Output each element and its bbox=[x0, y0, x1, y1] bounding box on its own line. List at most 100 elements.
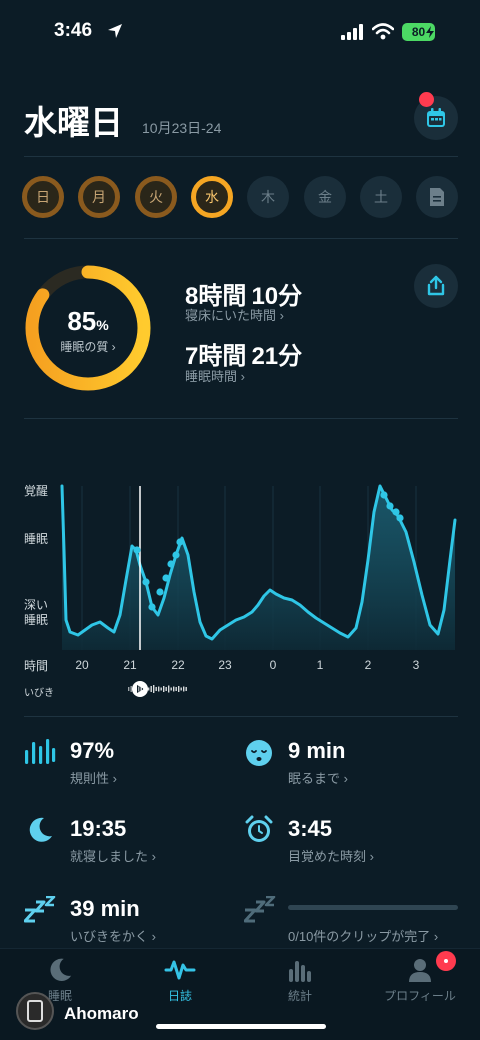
tab-stats[interactable]: 統計 bbox=[240, 957, 360, 1009]
notification-dot bbox=[419, 92, 434, 107]
waveform-bar bbox=[158, 686, 160, 692]
waveform-bar bbox=[180, 687, 182, 691]
waveform-bar bbox=[148, 687, 150, 691]
day-wed[interactable]: 水 bbox=[191, 176, 233, 218]
waveform-bar bbox=[173, 686, 175, 692]
x-tick-label: 2 bbox=[365, 658, 372, 672]
day-sun[interactable]: 日 bbox=[22, 176, 64, 218]
waveform-bar bbox=[160, 687, 162, 691]
snore-marker bbox=[142, 578, 150, 586]
snore-marker bbox=[133, 546, 141, 554]
day-thu[interactable]: 木 bbox=[247, 176, 289, 218]
clips-progress-bar bbox=[288, 905, 458, 910]
day-fri[interactable]: 金 bbox=[304, 176, 346, 218]
waveform-bar bbox=[178, 686, 180, 692]
regularity-label[interactable]: 規則性 › bbox=[70, 768, 117, 787]
waveform-bar bbox=[165, 687, 167, 691]
snore-marker bbox=[156, 588, 164, 596]
profile-badge bbox=[436, 951, 456, 971]
quality-label[interactable]: 睡眠の質 › bbox=[24, 338, 152, 355]
waveform-bar bbox=[150, 686, 152, 692]
time-in-bed-label[interactable]: 寝床にいた時間 › bbox=[185, 305, 284, 324]
cellular-signal-icon bbox=[341, 24, 363, 40]
waveform-bar bbox=[133, 687, 135, 691]
share-button[interactable] bbox=[414, 264, 458, 308]
x-tick-label: 20 bbox=[75, 658, 89, 672]
x-tick-label: 3 bbox=[413, 658, 420, 672]
snore-marker bbox=[148, 603, 156, 611]
snore-marker bbox=[172, 551, 180, 559]
x-tick-label: 1 bbox=[317, 658, 324, 672]
waveform-bar bbox=[168, 685, 170, 693]
document-icon bbox=[430, 188, 444, 206]
snore-marker bbox=[392, 508, 400, 516]
snoring-label[interactable]: いびきをかく › bbox=[70, 926, 156, 945]
x-tick-label: 0 bbox=[270, 658, 277, 672]
x-axis-ticks: 20 21 22 23 0 1 2 3 bbox=[75, 658, 419, 672]
week-selector: 日 月 火 水 木 金 土 bbox=[20, 176, 460, 220]
badge-dot bbox=[444, 959, 448, 963]
profile-tab-icon bbox=[409, 959, 431, 982]
waveform-bar bbox=[135, 685, 137, 693]
sleep-time-label[interactable]: 睡眠時間 › bbox=[185, 366, 245, 385]
charging-bolt-icon bbox=[426, 26, 434, 38]
calendar-icon bbox=[427, 108, 445, 127]
regularity-value: 97% bbox=[70, 738, 115, 763]
day-title: 水曜日 bbox=[24, 104, 123, 141]
date-range: 10月23日-24 bbox=[142, 120, 222, 136]
day-label: 土 bbox=[374, 189, 388, 205]
notes-button[interactable] bbox=[416, 176, 458, 218]
waveform-tab-icon bbox=[164, 960, 196, 980]
waveform-bar bbox=[155, 687, 157, 691]
day-label: 金 bbox=[318, 189, 332, 205]
tab-label: 統計 bbox=[287, 989, 312, 1003]
location-arrow-icon bbox=[108, 24, 122, 38]
snore-marker bbox=[167, 560, 175, 568]
status-bar: 3:46 80 bbox=[0, 0, 480, 62]
sleep-time-minutes: 21分 bbox=[251, 343, 303, 370]
day-sat[interactable]: 土 bbox=[360, 176, 402, 218]
sleep-stage-chart[interactable]: 20 21 22 23 0 1 2 3 bbox=[0, 470, 480, 700]
waveform-bar bbox=[175, 687, 177, 691]
divider bbox=[24, 716, 458, 717]
clips-label[interactable]: 0/10件のクリップが完了 › bbox=[288, 926, 438, 945]
snoring-zzz-icon bbox=[24, 896, 56, 923]
divider bbox=[24, 156, 458, 157]
day-label: 月 bbox=[92, 189, 106, 205]
bedtime-label[interactable]: 就寝しました › bbox=[70, 846, 156, 865]
tab-label: プロフィール bbox=[384, 989, 456, 1003]
x-tick-label: 23 bbox=[218, 658, 232, 672]
divider bbox=[24, 418, 458, 419]
bar-chart-tab-icon bbox=[289, 961, 311, 982]
tab-journal[interactable]: 日誌 bbox=[120, 957, 240, 1009]
day-tue[interactable]: 火 bbox=[135, 176, 177, 218]
day-label: 水 bbox=[205, 189, 219, 205]
quality-value-wrap: 85% bbox=[24, 306, 152, 337]
waveform-bar bbox=[130, 686, 132, 692]
moon-icon bbox=[29, 817, 52, 842]
regularity-bars-icon bbox=[25, 739, 56, 764]
share-icon bbox=[427, 275, 445, 296]
waveform-bar bbox=[183, 686, 185, 692]
waveform-bar bbox=[140, 684, 142, 694]
bedtime-value: 19:35 bbox=[70, 816, 127, 841]
tab-profile[interactable]: プロフィール bbox=[360, 951, 480, 1009]
alarm-clock-icon bbox=[245, 815, 273, 842]
day-label: 火 bbox=[149, 189, 163, 205]
home-indicator bbox=[156, 1024, 326, 1029]
wake-time-label[interactable]: 目覚めた時刻 › bbox=[288, 846, 374, 865]
waveform-bar bbox=[185, 687, 187, 691]
status-time: 3:46 bbox=[54, 20, 93, 41]
fall-asleep-label[interactable]: 眠るまで › bbox=[288, 768, 348, 787]
snore-clips-zzz-icon bbox=[244, 896, 276, 923]
waveform-bar bbox=[163, 686, 165, 692]
waveform-bar bbox=[138, 686, 140, 692]
waveform-bar bbox=[170, 687, 172, 691]
snoring-value: 39 min bbox=[70, 896, 140, 921]
avatar-glyph bbox=[27, 1000, 43, 1022]
waveform-bar bbox=[143, 687, 145, 691]
waveform-bars bbox=[128, 684, 187, 694]
snore-marker bbox=[386, 502, 394, 510]
divider bbox=[24, 238, 458, 239]
day-mon[interactable]: 月 bbox=[78, 176, 120, 218]
